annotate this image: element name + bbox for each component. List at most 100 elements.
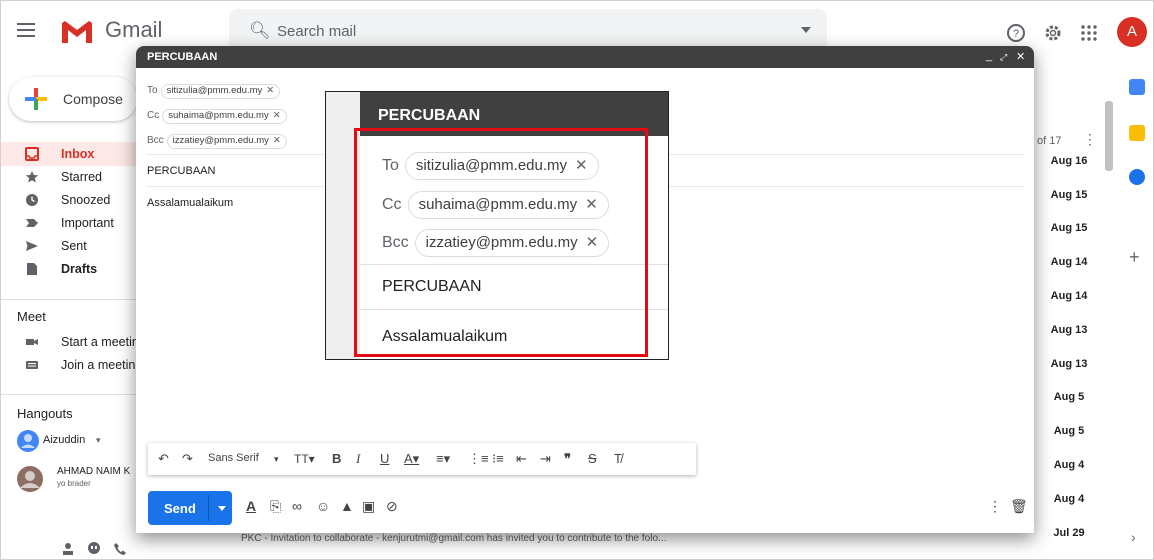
send-button[interactable]: Send	[148, 491, 232, 525]
cc-field[interactable]: Cc suhaima@pmm.edu.my ✕	[147, 109, 287, 124]
search-input[interactable]: Search mail	[277, 23, 356, 40]
settings-icon[interactable]	[1043, 23, 1063, 43]
bold-icon[interactable]: B	[332, 451, 341, 466]
sidebar-item-label: Starred	[61, 170, 102, 184]
list-scrollbar[interactable]	[1105, 101, 1113, 171]
search-icon[interactable]: 🔍︎	[249, 21, 271, 41]
sidebar-item-snoozed[interactable]: Snoozed	[1, 188, 151, 212]
sidebar-item-inbox[interactable]: Inbox	[1, 142, 151, 166]
hangouts-user[interactable]: Aizuddin ▾	[1, 429, 151, 453]
sidebar-item-label: Inbox	[61, 147, 95, 161]
sidebar-item-label: Start a meetin	[61, 335, 139, 349]
attach-icon[interactable]: ⎘	[270, 498, 281, 515]
confidential-mode-icon[interactable]: ⊘	[386, 498, 398, 515]
compose-button[interactable]: Compose	[9, 77, 137, 121]
remove-icon[interactable]: ✕	[266, 85, 274, 96]
bcc-field[interactable]: Bcc izzatiey@pmm.edu.my ✕	[147, 134, 287, 149]
recipient-email: suhaima@pmm.edu.my	[168, 110, 269, 121]
phone-icon[interactable]	[113, 542, 127, 556]
message-body[interactable]: Assalamualaikum	[147, 197, 233, 209]
indent-less-icon[interactable]: ⇤	[516, 451, 527, 467]
help-icon[interactable]: ?	[1006, 23, 1026, 43]
redo-icon[interactable]: ↷	[182, 451, 193, 467]
formatting-toolbar: ↶ ↷ Sans Serif ▾ TT▾ B I U A▾ ≡▾ ⋮≡ ⁝≡ ⇤…	[148, 443, 696, 475]
link-icon[interactable]: ∞	[292, 498, 302, 514]
sidebar-item-start-meeting[interactable]: Start a meetin	[1, 330, 151, 354]
more-options-icon[interactable]: ⋮	[988, 498, 1002, 515]
hangouts-chat-icon[interactable]	[87, 542, 101, 556]
align-icon[interactable]: ≡▾	[436, 451, 450, 467]
bulleted-list-icon[interactable]: ⁝≡	[492, 451, 504, 467]
message-date: Aug 14	[1050, 256, 1088, 268]
person-icon[interactable]	[61, 542, 75, 556]
remove-icon[interactable]: ✕	[273, 135, 281, 146]
chevron-right-icon[interactable]: ›	[1131, 529, 1136, 545]
gmail-window: Gmail 🔍︎ Search mail ? A Compose Inbox S…	[0, 0, 1154, 560]
indent-more-icon[interactable]: ⇥	[540, 451, 551, 467]
send-icon	[26, 241, 38, 251]
numbered-list-icon[interactable]: ⋮≡	[468, 451, 489, 467]
sidebar-item-important[interactable]: Important	[1, 211, 151, 235]
minimize-icon[interactable]: _	[986, 50, 992, 62]
strikethrough-icon[interactable]: S	[588, 451, 597, 466]
main-menu-icon[interactable]	[17, 23, 35, 37]
compose-title: PERCUBAAN	[147, 51, 218, 63]
add-addon-icon[interactable]: +	[1129, 247, 1140, 268]
hangouts-contact[interactable]: AHMAD NAIM K yo brader	[1, 464, 151, 494]
hangouts-section-title: Hangouts	[17, 406, 73, 421]
photo-icon[interactable]: ▣	[362, 498, 375, 515]
tasks-icon[interactable]	[1129, 169, 1145, 185]
sidebar-item-starred[interactable]: Starred	[1, 165, 151, 189]
recipient-chip[interactable]: sitizulia@pmm.edu.my ✕	[160, 84, 281, 99]
emoji-icon[interactable]: ☺	[316, 498, 330, 514]
send-options-icon[interactable]	[218, 506, 226, 511]
close-icon[interactable]: ✕	[1016, 50, 1025, 63]
message-date: Aug 4	[1053, 459, 1085, 471]
send-divider	[208, 495, 209, 521]
remove-formatting-icon[interactable]: T̸	[614, 451, 622, 466]
contact-status: yo brader	[57, 479, 91, 488]
underline-icon[interactable]: U	[380, 451, 389, 466]
text-color-icon[interactable]: A▾	[404, 451, 419, 467]
apps-icon[interactable]	[1079, 23, 1099, 43]
remove-icon[interactable]: ✕	[273, 110, 281, 121]
pagination-count: of 17	[1037, 135, 1062, 147]
account-avatar[interactable]: A	[1117, 17, 1147, 47]
message-date: Aug 15	[1050, 189, 1088, 201]
italic-icon[interactable]: I	[356, 451, 360, 467]
hangouts-user-name: Aizuddin	[43, 434, 86, 446]
sidebar-item-drafts[interactable]: Drafts	[1, 257, 151, 281]
recipient-chip[interactable]: izzatiey@pmm.edu.my ✕	[166, 134, 287, 149]
video-camera-icon	[26, 339, 38, 345]
keep-icon[interactable]	[1129, 125, 1145, 141]
message-date: Aug 15	[1050, 222, 1088, 234]
message-date: Aug 5	[1053, 391, 1085, 403]
font-size-icon[interactable]: TT▾	[294, 452, 315, 466]
fullscreen-icon[interactable]: ⤢	[1000, 52, 1007, 63]
font-family-select[interactable]: Sans Serif	[208, 452, 259, 464]
sidebar-item-sent[interactable]: Sent	[1, 234, 151, 258]
subject-input[interactable]: PERCUBAAN	[147, 165, 215, 177]
search-options-icon[interactable]	[801, 27, 811, 33]
discard-draft-icon[interactable]: 🗑︎	[1010, 498, 1028, 515]
sidebar-item-label: Important	[61, 216, 114, 230]
calendar-icon[interactable]	[1129, 79, 1145, 95]
undo-icon[interactable]: ↶	[158, 451, 169, 467]
message-snippet[interactable]: PKC - Invitation to collaborate - kenjur…	[241, 533, 666, 544]
message-date: Aug 4	[1053, 493, 1085, 505]
compose-header[interactable]: PERCUBAAN _ ⤢ ✕	[136, 46, 1034, 68]
gmail-logo-icon[interactable]	[60, 19, 94, 45]
formatting-options-icon[interactable]: A	[246, 498, 256, 514]
recipient-chip[interactable]: suhaima@pmm.edu.my ✕	[162, 109, 287, 124]
chevron-down-icon[interactable]: ▾	[274, 454, 279, 465]
to-field[interactable]: To sitizulia@pmm.edu.my ✕	[147, 84, 281, 99]
sidebar-item-join-meeting[interactable]: Join a meetin	[1, 353, 151, 377]
more-options-icon[interactable]: ⋮	[1083, 131, 1097, 148]
highlight-box	[354, 128, 648, 357]
contact-avatar	[17, 466, 43, 492]
quote-icon[interactable]: ❞	[564, 451, 571, 467]
send-label: Send	[164, 501, 196, 516]
chevron-down-icon[interactable]: ▾	[96, 435, 101, 446]
recipient-email: izzatiey@pmm.edu.my	[172, 135, 269, 146]
drive-icon[interactable]: ▲	[340, 498, 354, 514]
